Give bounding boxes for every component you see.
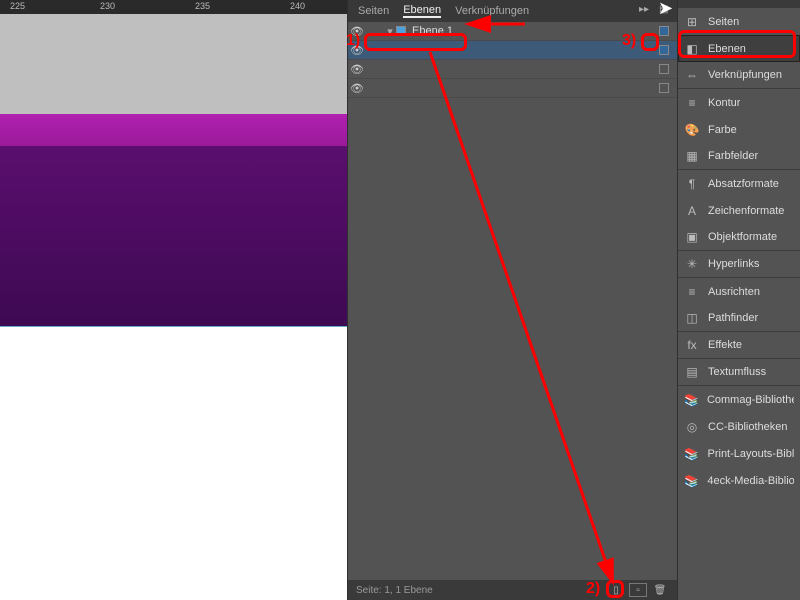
visibility-eye-icon[interactable]: 👁 — [348, 25, 366, 38]
panel-label: Textumfluss — [708, 366, 766, 378]
panel-label: Kontur — [708, 97, 740, 109]
tab-seiten[interactable]: Seiten — [358, 5, 389, 17]
visibility-eye-icon[interactable]: 👁 — [348, 44, 366, 57]
ruler-tick-label: 240 — [290, 1, 305, 11]
panel-label: Verknüpfungen — [708, 69, 782, 81]
panel-label: Effekte — [708, 339, 742, 351]
iconbar-item-cc-bibliotheken[interactable]: ◎ CC-Bibliotheken — [678, 413, 800, 440]
panel-label: 4eck-Media-Bibliot — [707, 475, 794, 487]
footer-button[interactable]: ▯ — [607, 583, 625, 597]
iconbar-item-ausrichten[interactable]: ≡ Ausrichten — [678, 278, 800, 305]
iconbar-item-commag-bibliothek[interactable]: 📚 Commag-Bibliothek — [678, 386, 800, 413]
panel-icon: ≡ — [684, 95, 700, 111]
panel-icon: ◎ — [684, 419, 700, 435]
layer-color-swatch — [396, 26, 406, 36]
iconbar-item-verkn-pfungen[interactable]: ⇔ Verknüpfungen — [678, 62, 800, 89]
visibility-eye-icon[interactable]: 👁 — [348, 63, 366, 76]
new-layer-button[interactable]: ▫ — [629, 583, 647, 597]
panel-icon: ◫ — [684, 310, 700, 326]
visibility-eye-icon[interactable]: 👁 — [348, 82, 366, 95]
panel-icon: ▣ — [684, 229, 700, 245]
ruler-tick-label: 225 — [10, 1, 25, 11]
delete-layer-button[interactable]: 🗑 — [651, 583, 669, 597]
iconbar-item-textumfluss[interactable]: ▤ Textumfluss — [678, 359, 800, 386]
panel-icon: fx — [684, 337, 700, 353]
panel-label: Hyperlinks — [708, 258, 759, 270]
layer-row[interactable]: 👁 ▾ Ebene 1 — [348, 22, 677, 41]
layers-panel: Seiten Ebenen Verknüpfungen ▸▸ ▤ 👁 ▾ Ebene… — [347, 0, 677, 600]
panel-label: CC-Bibliotheken — [708, 421, 787, 433]
selection-proxy[interactable] — [659, 64, 669, 74]
iconbar-item-zeichenformate[interactable]: A Zeichenformate — [678, 197, 800, 224]
tab-verknuepfungen[interactable]: Verknüpfungen — [455, 5, 529, 17]
right-icon-bar: ⊞ Seiten ◧ Ebenen ⇔ Verknüpfungen ≡ Kontur 🎨 Farb… — [677, 0, 800, 600]
panel-label: Commag-Bibliothek — [707, 394, 794, 406]
panel-label: Ebenen — [708, 43, 746, 55]
panel-icon: 📚 — [684, 392, 699, 408]
document-canvas[interactable]: 225 230 235 240 — [0, 0, 347, 600]
iconbar-item--eck-media-bibliot[interactable]: 📚 4eck-Media-Bibliot — [678, 467, 800, 494]
layers-panel-footer: Seite: 1, 1 Ebene ▯ ▫ 🗑 — [348, 580, 677, 600]
panel-icon: ⇔ — [684, 67, 700, 83]
layer-row[interactable]: 👁 — [348, 79, 677, 98]
canvas-page-white[interactable] — [0, 327, 347, 600]
panel-label: Pathfinder — [708, 312, 758, 324]
panel-icon: ✳ — [684, 256, 700, 272]
layer-row[interactable]: 👁 — [348, 41, 677, 60]
panel-tabs: Seiten Ebenen Verknüpfungen ▸▸ ▤ — [348, 0, 677, 22]
panel-label: Objektformate — [708, 231, 777, 243]
panel-icon: 🎨 — [684, 122, 700, 138]
canvas-shape-deeppurple[interactable] — [0, 146, 347, 326]
selection-proxy[interactable] — [659, 45, 669, 55]
iconbar-item-farbe[interactable]: 🎨 Farbe — [678, 116, 800, 143]
layer-rows: 👁 ▾ Ebene 1 👁 👁 👁 — [348, 22, 677, 98]
panel-label: Ausrichten — [708, 286, 760, 298]
ruler-tick-label: 230 — [100, 1, 115, 11]
panel-grip[interactable] — [678, 0, 800, 8]
panel-icon: ▤ — [684, 364, 700, 380]
iconbar-item-print-layouts-bibli[interactable]: 📚 Print-Layouts-Bibli — [678, 440, 800, 467]
layer-row[interactable]: 👁 — [348, 60, 677, 79]
panel-icon: ≡ — [684, 284, 700, 300]
iconbar-item-objektformate[interactable]: ▣ Objektformate — [678, 224, 800, 251]
horizontal-ruler: 225 230 235 240 — [0, 0, 347, 14]
iconbar-item-ebenen[interactable]: ◧ Ebenen — [678, 35, 800, 62]
panel-label: Print-Layouts-Bibli — [708, 448, 795, 460]
panel-label: Absatzformate — [708, 178, 779, 190]
panel-icon: ▦ — [684, 148, 700, 164]
panel-icon: ¶ — [684, 176, 700, 192]
layer-name[interactable]: Ebene 1 — [410, 25, 659, 37]
collapse-arrows-icon[interactable]: ▸▸ — [639, 4, 651, 16]
disclosure-triangle-icon[interactable]: ▾ — [384, 25, 396, 38]
panel-icon: ⊞ — [684, 14, 700, 30]
panel-icon: 📚 — [684, 446, 700, 462]
iconbar-item-farbfelder[interactable]: ▦ Farbfelder — [678, 143, 800, 170]
iconbar-item-pathfinder[interactable]: ◫ Pathfinder — [678, 305, 800, 332]
panel-menu-icon[interactable]: ▤ — [659, 4, 671, 16]
panel-label: Farbfelder — [708, 150, 758, 162]
ruler-tick-label: 235 — [195, 1, 210, 11]
iconbar-item-hyperlinks[interactable]: ✳ Hyperlinks — [678, 251, 800, 278]
iconbar-item-kontur[interactable]: ≡ Kontur — [678, 89, 800, 116]
selection-proxy[interactable] — [659, 26, 669, 36]
panel-icon: 📚 — [684, 473, 699, 489]
canvas-shape-purple[interactable] — [0, 114, 347, 146]
panel-label: Seiten — [708, 16, 739, 28]
iconbar-item-absatzformate[interactable]: ¶ Absatzformate — [678, 170, 800, 197]
panel-icon: ◧ — [684, 41, 700, 57]
iconbar-item-seiten[interactable]: ⊞ Seiten — [678, 8, 800, 35]
panel-label: Zeichenformate — [708, 205, 784, 217]
selection-proxy[interactable] — [659, 83, 669, 93]
iconbar-item-effekte[interactable]: fx Effekte — [678, 332, 800, 359]
panel-label: Farbe — [708, 124, 737, 136]
footer-status: Seite: 1, 1 Ebene — [356, 585, 433, 596]
panel-icon: A — [684, 203, 700, 219]
tab-ebenen[interactable]: Ebenen — [403, 4, 441, 18]
